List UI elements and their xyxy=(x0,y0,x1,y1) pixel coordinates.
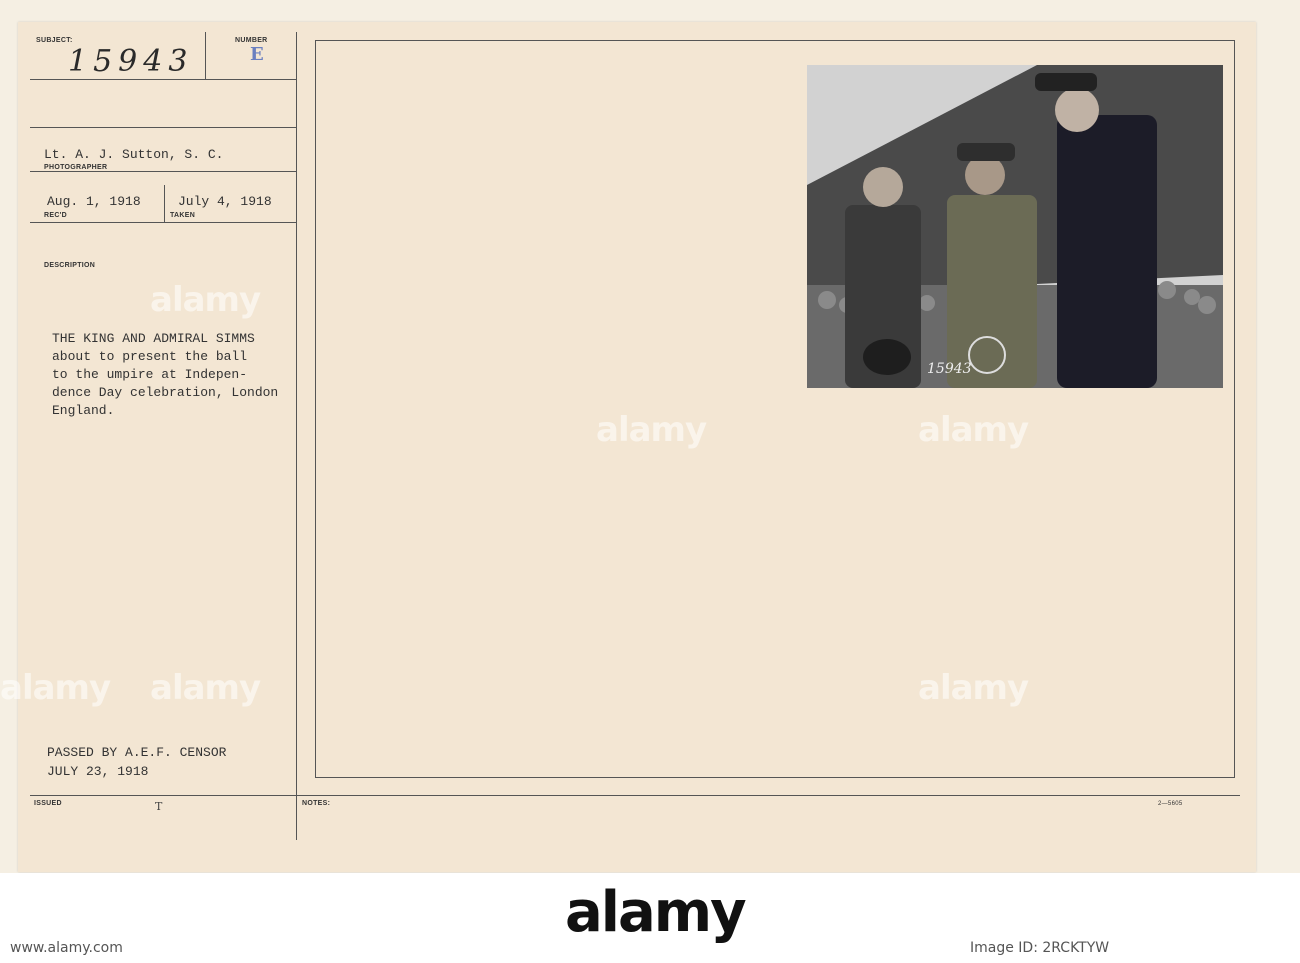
taken-label: TAKEN xyxy=(170,212,196,219)
rule-number-divider xyxy=(205,32,206,79)
description-line-3: to the umpire at Indepen- xyxy=(52,367,248,382)
photographer-label: PHOTOGRAPHER xyxy=(44,164,108,171)
notes-label: NOTES: xyxy=(302,800,331,807)
rule-subject xyxy=(30,79,296,80)
rule-dates-divider xyxy=(164,185,165,222)
number-letter: E xyxy=(250,44,264,65)
issued-mark: T xyxy=(155,800,163,813)
number-label: NUMBER xyxy=(235,37,268,44)
description-line-5: England. xyxy=(52,403,115,418)
rule-photographer xyxy=(30,171,296,172)
description-line-4: dence Day celebration, London xyxy=(52,385,279,400)
description-label: DESCRIPTION xyxy=(44,262,96,269)
subject-label: SUBJECT: xyxy=(36,37,73,44)
form-code: 2—5605 xyxy=(1158,801,1183,807)
watermark: alamy xyxy=(150,668,261,708)
alamy-logo: alamy xyxy=(565,880,747,945)
watermark: alamy xyxy=(918,410,1029,450)
archival-photograph: 15943 xyxy=(807,65,1223,388)
received-date: Aug. 1, 1918 xyxy=(47,194,141,209)
watermark: alamy xyxy=(918,668,1029,708)
photographer-value: Lt. A. J. Sutton, S. C. xyxy=(44,147,224,162)
censor-line-1: PASSED BY A.E.F. CENSOR xyxy=(47,745,227,760)
taken-date: July 4, 1918 xyxy=(178,194,272,209)
description-line-1: THE KING AND ADMIRAL SIMMS xyxy=(52,331,255,346)
description-line-2: about to present the ball xyxy=(52,349,248,364)
censor-line-2: JULY 23, 1918 xyxy=(47,764,149,779)
received-label: REC'D xyxy=(44,212,67,219)
site-url: www.alamy.com xyxy=(10,940,123,956)
subject-number: 15943 xyxy=(68,44,194,79)
watermark: alamy xyxy=(0,668,111,708)
rule-left-column xyxy=(296,32,297,840)
issued-label: ISSUED xyxy=(34,800,62,807)
rule-bottom xyxy=(30,795,1240,796)
watermark: alamy xyxy=(596,410,707,450)
rule-dates xyxy=(30,222,296,223)
photo-number: 15943 xyxy=(927,361,972,377)
photograph-scene xyxy=(807,65,1223,388)
image-id: Image ID: 2RCKTYW xyxy=(970,940,1110,956)
rule-photographer-top xyxy=(30,127,296,128)
watermark: alamy xyxy=(150,280,261,320)
